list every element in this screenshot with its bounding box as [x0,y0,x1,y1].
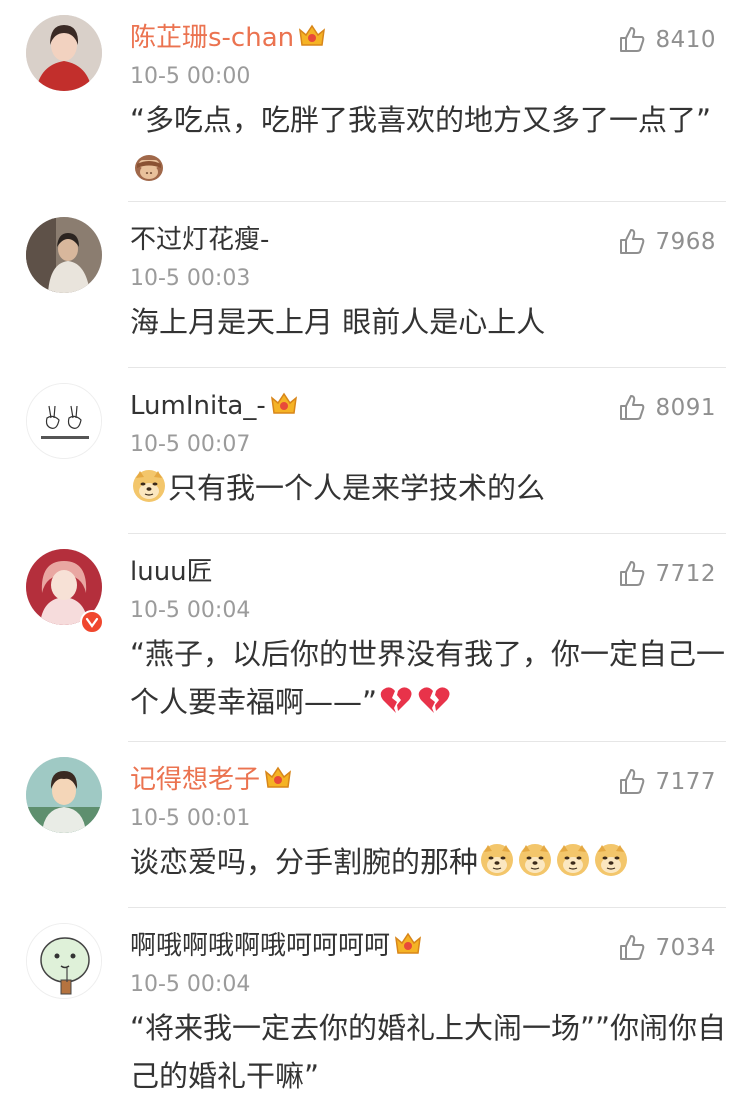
comment-text: “燕子，以后你的世界没有我了，你一定自己一个人要幸福啊——” [130,630,730,726]
commenter-name-text[interactable]: LumInita_- [130,391,266,421]
like-button[interactable]: 7177 [617,766,716,798]
commenter-name[interactable]: 陈芷珊s-chan [130,20,327,56]
comment-time: 10-5 00:07 [130,432,251,457]
commenter-name[interactable]: 不过灯花瘦- [130,222,269,258]
commenter-name[interactable]: luuu匠 [130,554,213,590]
comment-text-content: 只有我一个人是来学技术的么 [168,471,546,505]
like-count: 8091 [655,395,716,421]
comment-text: 只有我一个人是来学技术的么 [130,464,730,512]
verified-v-icon [80,610,104,634]
like-button[interactable]: 8091 [617,392,716,424]
comment-text: “将来我一定去你的婚礼上大闹一场””你闹你自己的婚礼干嘛” [130,1004,730,1100]
like-button[interactable]: 7968 [617,226,716,258]
broken-heart-emoji [416,682,452,718]
comment-item: luuu匠 10-5 00:04 7712 “燕子，以后你的世界没有我了，你一定… [0,534,750,742]
doge-emoji [593,842,629,878]
comment-text: “多吃点，吃胖了我喜欢的地方又多了一点了” [130,96,730,192]
comment-item: 啊哦啊哦啊哦呵呵呵呵 10-5 00:04 7034 “将来我一定去你的婚礼上大… [0,908,750,1104]
comment-item: LumInita_- 10-5 00:07 8091 只有我一个人是来学技术的么 [0,368,750,534]
vip-crown-icon [393,931,423,957]
comment-text-content: “多吃点，吃胖了我喜欢的地方又多了一点了” [130,103,712,137]
like-count: 7177 [655,769,716,795]
comment-time: 10-5 00:03 [130,266,251,291]
broken-heart-emoji [378,682,414,718]
comment-text-content: 海上月是天上月 眼前人是心上人 [130,305,546,339]
commenter-name-text[interactable]: 啊哦啊哦啊哦呵呵呵呵 [130,931,390,961]
avatar-sketch-rabbits-icon[interactable] [26,383,102,459]
commenter-name-text[interactable]: 记得想老子 [130,765,260,795]
comment-text-content: 谈恋爱吗，分手割腕的那种 [130,845,479,879]
avatar-cartoon-drink-icon[interactable] [26,923,102,999]
comment-time: 10-5 00:04 [130,972,251,997]
thumbs-up-icon [620,561,645,586]
comment-time: 10-5 00:01 [130,806,251,831]
commenter-name-text[interactable]: 不过灯花瘦- [130,225,269,255]
comment-time: 10-5 00:04 [130,598,251,623]
doge-emoji [517,842,553,878]
like-count: 8410 [655,27,716,53]
comment-time: 10-5 00:00 [130,64,251,89]
comment-item: 陈芷珊s-chan 10-5 00:00 8410 “多吃点，吃胖了我喜欢的地方… [0,0,750,202]
thumbs-up-icon [620,769,645,794]
vip-crown-icon [263,765,293,791]
comment-list: 陈芷珊s-chan 10-5 00:00 8410 “多吃点，吃胖了我喜欢的地方… [0,0,750,1104]
avatar-woman-red-icon[interactable] [26,15,102,91]
commenter-name[interactable]: LumInita_- [130,388,299,424]
like-count: 7034 [655,935,716,961]
comment-text-content: “将来我一定去你的婚礼上大闹一场””你闹你自己的婚礼干嘛” [130,1011,727,1093]
doge-emoji [131,468,167,504]
commenter-name-text[interactable]: luuu匠 [130,557,213,587]
thumbs-up-icon [620,229,645,254]
see-no-evil-monkey-emoji [131,148,167,184]
vip-crown-icon [297,23,327,49]
like-count: 7968 [655,229,716,255]
doge-emoji [555,842,591,878]
thumbs-up-icon [620,935,645,960]
comment-item: 记得想老子 10-5 00:01 7177 谈恋爱吗，分手割腕的那种 [0,742,750,908]
doge-emoji [479,842,515,878]
thumbs-up-icon [620,395,645,420]
commenter-name[interactable]: 啊哦啊哦啊哦呵呵呵呵 [130,928,423,964]
comment-text: 谈恋爱吗，分手割腕的那种 [130,838,730,886]
like-button[interactable]: 8410 [617,24,716,56]
commenter-name-text[interactable]: 陈芷珊s-chan [130,23,294,53]
avatar-person-photo-icon[interactable] [26,217,102,293]
avatar-anime-boy-icon[interactable] [26,757,102,833]
like-count: 7712 [655,561,716,587]
vip-crown-icon [269,391,299,417]
like-button[interactable]: 7712 [617,558,716,590]
thumbs-up-icon [620,27,645,52]
comment-item: 不过灯花瘦- 10-5 00:03 7968 海上月是天上月 眼前人是心上人 [0,202,750,368]
comment-text: 海上月是天上月 眼前人是心上人 [130,298,730,346]
like-button[interactable]: 7034 [617,932,716,964]
commenter-name[interactable]: 记得想老子 [130,762,293,798]
